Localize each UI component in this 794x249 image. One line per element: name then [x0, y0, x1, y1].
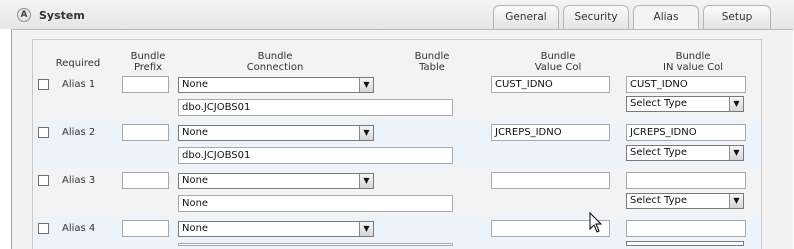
- dropdown-arrow-icon[interactable]: ▼: [359, 126, 373, 140]
- dropdown-arrow-icon[interactable]: ▼: [729, 194, 743, 208]
- bundle-value-col-input[interactable]: CUST_IDNO: [491, 76, 610, 93]
- select-value: None: [182, 79, 209, 90]
- col-header-bundle-table-line2: Table: [419, 62, 445, 73]
- dropdown-arrow-icon[interactable]: ▼: [359, 222, 373, 236]
- tab-security[interactable]: Security: [563, 5, 629, 29]
- bundle-in-value-col-input[interactable]: [626, 220, 746, 237]
- bundle-connection-select[interactable]: None ▼: [178, 77, 374, 93]
- select-value: None: [182, 223, 209, 234]
- app-logo-icon: A: [17, 8, 31, 22]
- tab-alias[interactable]: Alias: [633, 5, 699, 30]
- dropdown-arrow-icon[interactable]: ▼: [359, 78, 373, 92]
- type-select[interactable]: Select Type ▼: [626, 145, 744, 161]
- bundle-prefix-input[interactable]: [122, 172, 169, 189]
- dropdown-arrow-icon[interactable]: ▼: [359, 174, 373, 188]
- tab-setup[interactable]: Setup: [703, 5, 771, 29]
- bundle-connection-select[interactable]: None ▼: [178, 173, 374, 189]
- alias-label: Alias 4: [62, 223, 96, 234]
- alias-label: Alias 1: [62, 79, 96, 90]
- dropdown-arrow-icon[interactable]: ▼: [729, 97, 743, 111]
- bundle-prefix-input[interactable]: [122, 220, 169, 237]
- bundle-connection-select[interactable]: None ▼: [178, 221, 374, 237]
- alias-label: Alias 3: [62, 175, 96, 186]
- col-header-bundle-connection-line1: Bundle: [257, 51, 293, 62]
- select-value: None: [182, 175, 209, 186]
- col-header-bundle-prefix-line2: Prefix: [133, 62, 163, 73]
- bundle-table-input[interactable]: None: [178, 195, 453, 212]
- bundle-table-input[interactable]: dbo.JCJOBS01: [178, 147, 453, 164]
- bundle-in-value-col-input[interactable]: CUST_IDNO: [626, 76, 746, 93]
- col-header-required: Required: [55, 58, 101, 69]
- type-select[interactable]: Select Type ▼: [626, 193, 744, 209]
- type-select[interactable]: [626, 241, 744, 246]
- col-header-bundle-table-line1: Bundle: [414, 51, 450, 62]
- bundle-in-value-col-input[interactable]: [626, 172, 746, 189]
- bundle-prefix-input[interactable]: [122, 124, 169, 141]
- select-value: None: [182, 127, 209, 138]
- select-value: Select Type: [630, 98, 687, 109]
- select-value: Select Type: [630, 195, 687, 206]
- required-checkbox[interactable]: [38, 223, 49, 234]
- bundle-value-col-input[interactable]: JCREPS_IDNO: [491, 124, 610, 141]
- page-title: System: [39, 9, 85, 22]
- mouse-pointer-icon: [589, 212, 603, 233]
- bundle-prefix-input[interactable]: [122, 76, 169, 93]
- col-header-bundle-in-value-col-line1: Bundle: [675, 51, 711, 62]
- select-value: Select Type: [630, 147, 687, 158]
- required-checkbox[interactable]: [38, 79, 49, 90]
- required-checkbox[interactable]: [38, 127, 49, 138]
- col-header-bundle-in-value-col-line2: IN value Col: [663, 62, 723, 73]
- col-header-bundle-value-col-line1: Bundle: [540, 51, 576, 62]
- col-header-bundle-prefix-line1: Bundle: [130, 51, 166, 62]
- required-checkbox[interactable]: [38, 175, 49, 186]
- alias-label: Alias 2: [62, 127, 96, 138]
- col-header-bundle-value-col-line2: Value Col: [534, 62, 582, 73]
- dropdown-arrow-icon[interactable]: ▼: [729, 146, 743, 160]
- type-select[interactable]: Select Type ▼: [626, 96, 744, 112]
- bundle-in-value-col-input[interactable]: JCREPS_IDNO: [626, 124, 746, 141]
- bundle-value-col-input[interactable]: [491, 172, 610, 189]
- bundle-table-input[interactable]: dbo.JCJOBS01: [178, 99, 453, 116]
- col-header-bundle-connection-line2: Connection: [246, 62, 304, 73]
- bundle-connection-select[interactable]: None ▼: [178, 125, 374, 141]
- tab-general[interactable]: General: [493, 5, 559, 29]
